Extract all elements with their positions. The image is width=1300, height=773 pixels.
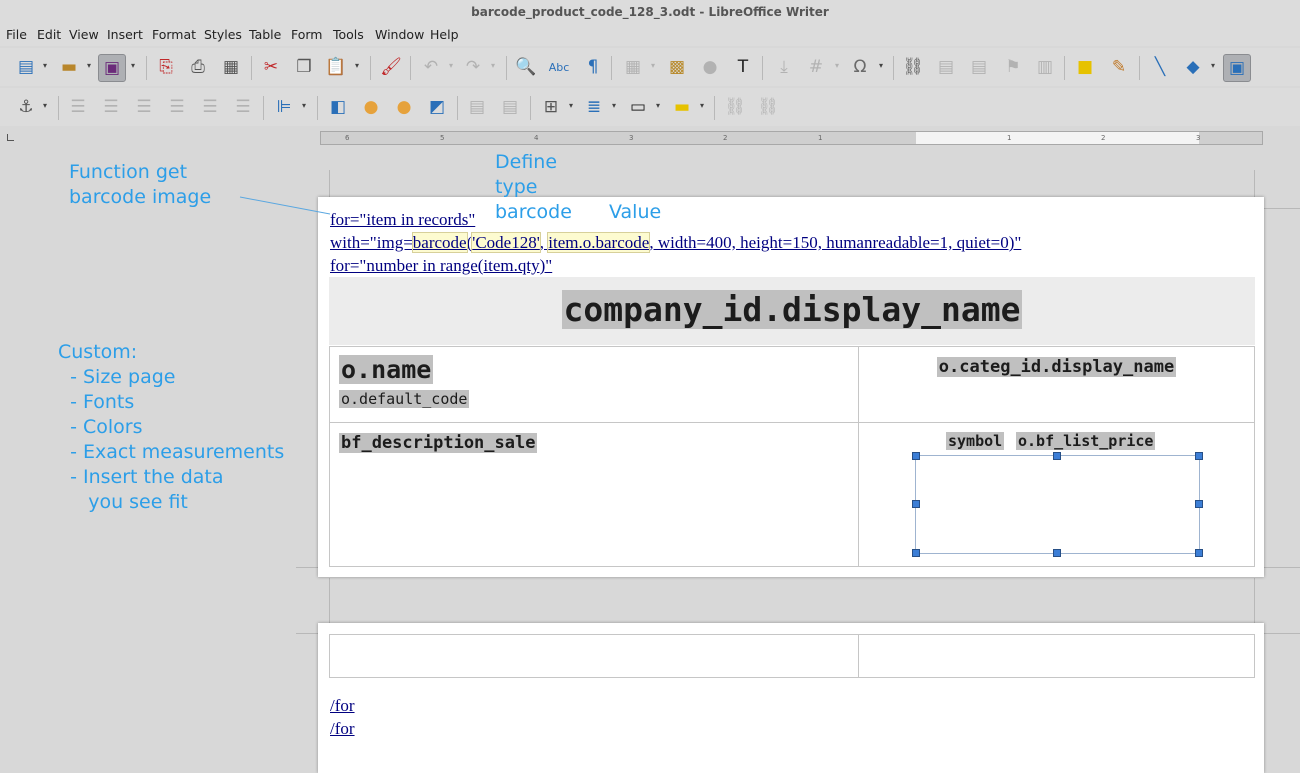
define-type-annotation: Define type barcode	[495, 151, 572, 223]
value-annotation: Value	[609, 201, 662, 223]
function-annotation: Function get barcode image	[69, 161, 212, 208]
custom-notes-annotation: Custom: - Size page - Fonts - Colors - E…	[58, 341, 285, 513]
